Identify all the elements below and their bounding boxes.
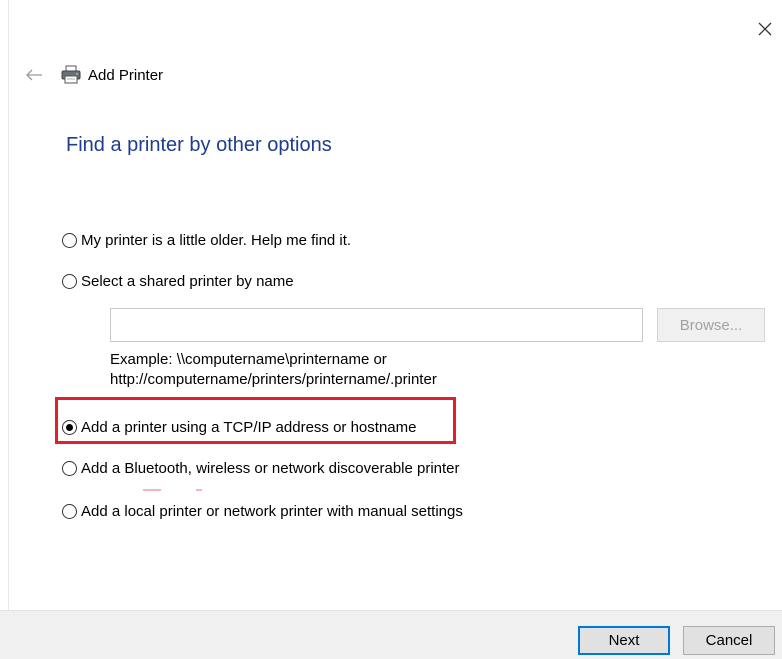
option-older-printer[interactable]: My printer is a little older. Help me fi…	[52, 232, 351, 249]
option-label: Add a local printer or network printer w…	[81, 503, 463, 520]
option-label: Add a Bluetooth, wireless or network dis…	[81, 460, 460, 477]
example-line: http://computername/printers/printername…	[110, 371, 437, 388]
annotation-mark	[143, 489, 161, 491]
option-label: My printer is a little older. Help me fi…	[81, 232, 352, 249]
printer-icon	[60, 65, 82, 85]
radio-button[interactable]	[62, 274, 77, 289]
cancel-button[interactable]: Cancel	[683, 626, 775, 655]
radio-button[interactable]	[62, 233, 77, 248]
option-label: Select a shared printer by name	[81, 273, 294, 290]
next-button[interactable]: Next	[578, 626, 670, 655]
page-heading: Find a printer by other options	[66, 134, 332, 156]
back-arrow-icon[interactable]	[24, 65, 44, 85]
option-shared-printer[interactable]: Select a shared printer by name	[52, 273, 294, 290]
footer-bar: Next Cancel	[0, 610, 782, 659]
shared-printer-example: Example: \\computername\printername or h…	[110, 350, 437, 390]
title-bar: Add Printer	[24, 62, 163, 88]
window-edge	[8, 0, 9, 610]
radio-button[interactable]	[62, 504, 77, 519]
annotation-mark	[196, 489, 202, 491]
option-bluetooth-printer[interactable]: Add a Bluetooth, wireless or network dis…	[52, 460, 460, 477]
close-icon[interactable]	[754, 18, 776, 40]
option-local-printer[interactable]: Add a local printer or network printer w…	[52, 503, 463, 520]
shared-printer-name-input[interactable]	[110, 308, 643, 342]
browse-button[interactable]: Browse...	[657, 308, 765, 342]
example-line: Example: \\computername\printername or	[110, 351, 387, 368]
radio-button[interactable]	[62, 461, 77, 476]
highlight-annotation-box	[55, 397, 456, 444]
add-printer-window: Add Printer Find a printer by other opti…	[0, 0, 782, 659]
window-title: Add Printer	[88, 66, 164, 84]
